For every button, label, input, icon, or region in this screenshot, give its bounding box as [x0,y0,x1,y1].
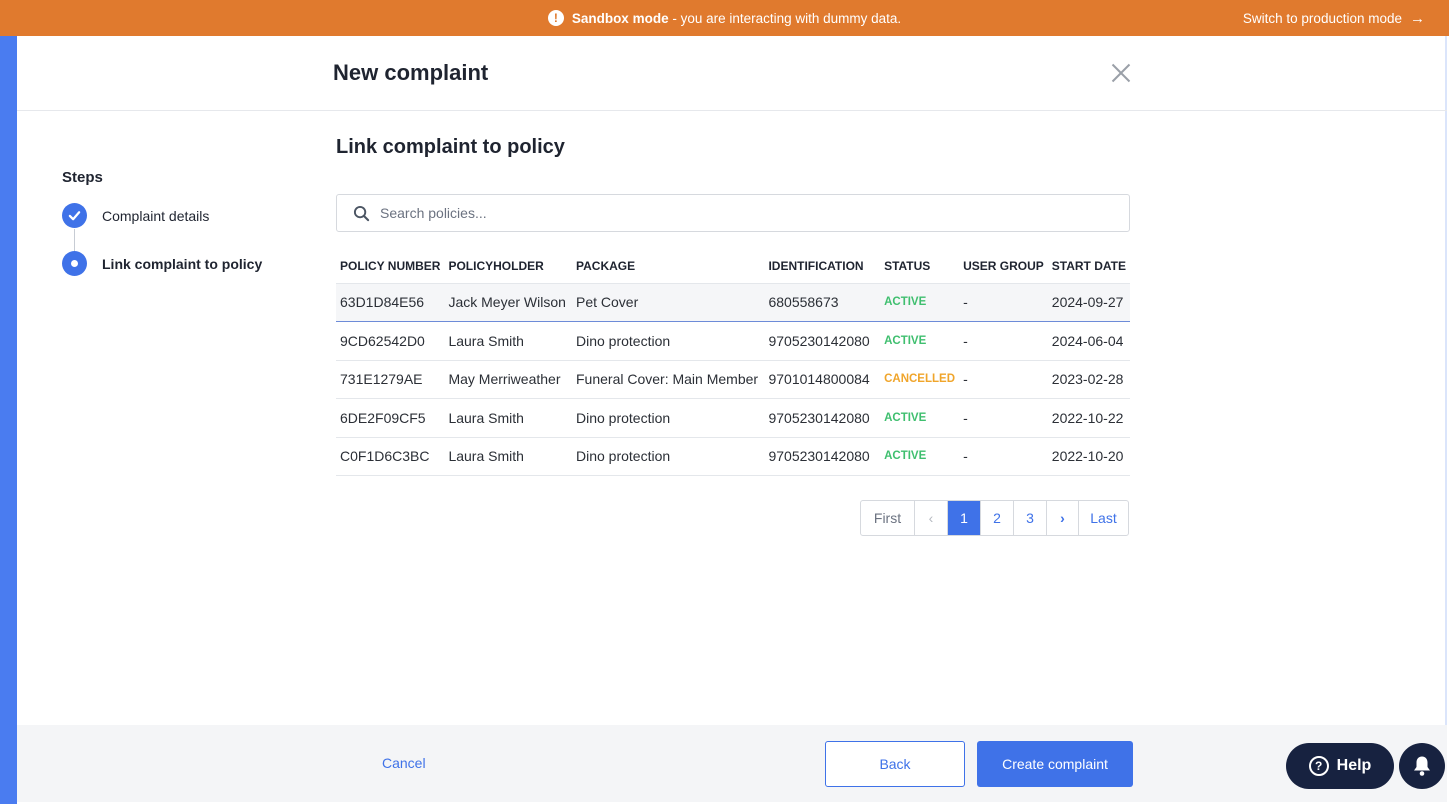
status-badge: ACTIVE [880,436,960,476]
cell-start-date: 2022-10-20 [1047,436,1130,476]
sandbox-message: ! Sandbox mode - you are interacting wit… [0,0,1449,36]
cell-user-group: - [959,359,1048,399]
switch-production-label: Switch to production mode [1242,10,1402,26]
column-header-policyholder[interactable]: POLICYHOLDER [444,250,572,283]
column-header-status[interactable]: STATUS [880,250,959,283]
table-row[interactable]: 63D1D84E56 Jack Meyer Wilson Pet Cover 6… [336,282,1130,322]
pagination-page-3[interactable]: 3 [1014,501,1047,535]
step-connector [74,229,75,252]
cell-policyholder: Laura Smith [444,436,572,476]
cell-policyholder: Laura Smith [444,321,572,360]
create-complaint-button[interactable]: Create complaint [977,741,1133,787]
cell-package: Pet Cover [572,282,765,322]
switch-production-link[interactable]: Switch to production mode → [1243,0,1425,36]
cell-start-date: 2022-10-22 [1047,398,1130,437]
cell-policy-number: 6DE2F09CF5 [336,398,445,437]
cell-package: Dino protection [572,321,765,360]
table-row[interactable]: 6DE2F09CF5 Laura Smith Dino protection 9… [336,398,1130,437]
table-row[interactable]: 9CD62542D0 Laura Smith Dino protection 9… [336,321,1130,360]
column-header-user-group[interactable]: USER GROUP [959,250,1048,283]
pagination: First ‹ 1 2 3 › Last [860,500,1129,536]
cell-identification: 9705230142080 [764,321,881,360]
policies-table: POLICY NUMBER POLICYHOLDER PACKAGE IDENT… [336,250,1130,476]
cell-policy-number: 63D1D84E56 [336,282,445,322]
status-badge: ACTIVE [880,321,960,360]
back-button[interactable]: Back [825,741,965,787]
steps-title: Steps [62,169,103,186]
modal-footer [17,725,1447,802]
search-input[interactable] [380,205,1080,221]
warning-icon: ! [547,10,564,26]
cell-policyholder: Jack Meyer Wilson [444,282,572,322]
cell-identification: 680558673 [764,282,881,322]
help-button[interactable]: ? Help [1286,743,1394,789]
status-badge: ACTIVE [880,398,960,437]
search-box[interactable] [336,194,1130,232]
checkmark-icon [62,203,87,228]
table-row[interactable]: 731E1279AE May Merriweather Funeral Cove… [336,359,1130,399]
cell-policyholder: May Merriweather [444,359,572,399]
step-link-policy[interactable]: Link complaint to policy [62,251,262,276]
step-label: Link complaint to policy [102,255,263,272]
section-title: Link complaint to policy [336,136,565,158]
cell-start-date: 2023-02-28 [1047,359,1130,399]
pagination-page-1[interactable]: 1 [948,501,981,535]
cell-identification: 9705230142080 [764,436,881,476]
table-row[interactable]: C0F1D6C3BC Laura Smith Dino protection 9… [336,436,1130,476]
cell-user-group: - [959,436,1048,476]
cell-policyholder: Laura Smith [444,398,572,437]
status-badge: CANCELLED [880,359,960,399]
cell-package: Funeral Cover: Main Member [572,359,765,399]
step-complaint-details[interactable]: Complaint details [62,203,209,228]
chevron-left-icon[interactable]: ‹ [915,501,948,535]
cell-user-group: - [959,282,1048,322]
cell-start-date: 2024-06-04 [1047,321,1130,360]
modal-header: New complaint [17,36,1447,111]
cell-policy-number: C0F1D6C3BC [336,436,445,476]
cell-user-group: - [959,321,1048,360]
cell-package: Dino protection [572,436,765,476]
column-header-identification[interactable]: IDENTIFICATION [764,250,880,283]
help-label: Help [1336,757,1372,774]
column-header-start-date[interactable]: START DATE [1048,250,1130,283]
table-header-row: POLICY NUMBER POLICYHOLDER PACKAGE IDENT… [336,250,1130,283]
current-step-icon [62,251,87,276]
column-header-policy-number[interactable]: POLICY NUMBER [336,250,444,283]
arrow-right-icon: → [1410,9,1425,27]
question-icon: ? [1308,756,1329,776]
cell-policy-number: 731E1279AE [336,359,445,399]
left-accent-bar [0,36,17,804]
sandbox-banner: ! Sandbox mode - you are interacting wit… [0,0,1449,36]
chevron-right-icon[interactable]: › [1047,501,1079,535]
pagination-page-2[interactable]: 2 [981,501,1014,535]
cell-identification: 9701014800084 [764,359,881,399]
page-title: New complaint [333,60,489,85]
sandbox-message-text: - you are interacting with dummy data. [668,10,902,26]
search-icon [353,205,370,221]
column-header-package[interactable]: PACKAGE [572,250,764,283]
status-badge: ACTIVE [880,282,960,322]
close-icon[interactable] [1109,61,1133,85]
cell-identification: 9705230142080 [764,398,881,437]
bell-icon[interactable] [1399,743,1445,789]
cell-policy-number: 9CD62542D0 [336,321,445,360]
pagination-last[interactable]: Last [1079,501,1128,535]
cell-package: Dino protection [572,398,765,437]
sandbox-mode-label: Sandbox mode [571,10,669,26]
pagination-first[interactable]: First [861,501,915,535]
cell-user-group: - [959,398,1048,437]
cell-start-date: 2024-09-27 [1047,282,1130,322]
cancel-link[interactable]: Cancel [382,755,426,771]
step-label: Complaint details [102,207,210,224]
